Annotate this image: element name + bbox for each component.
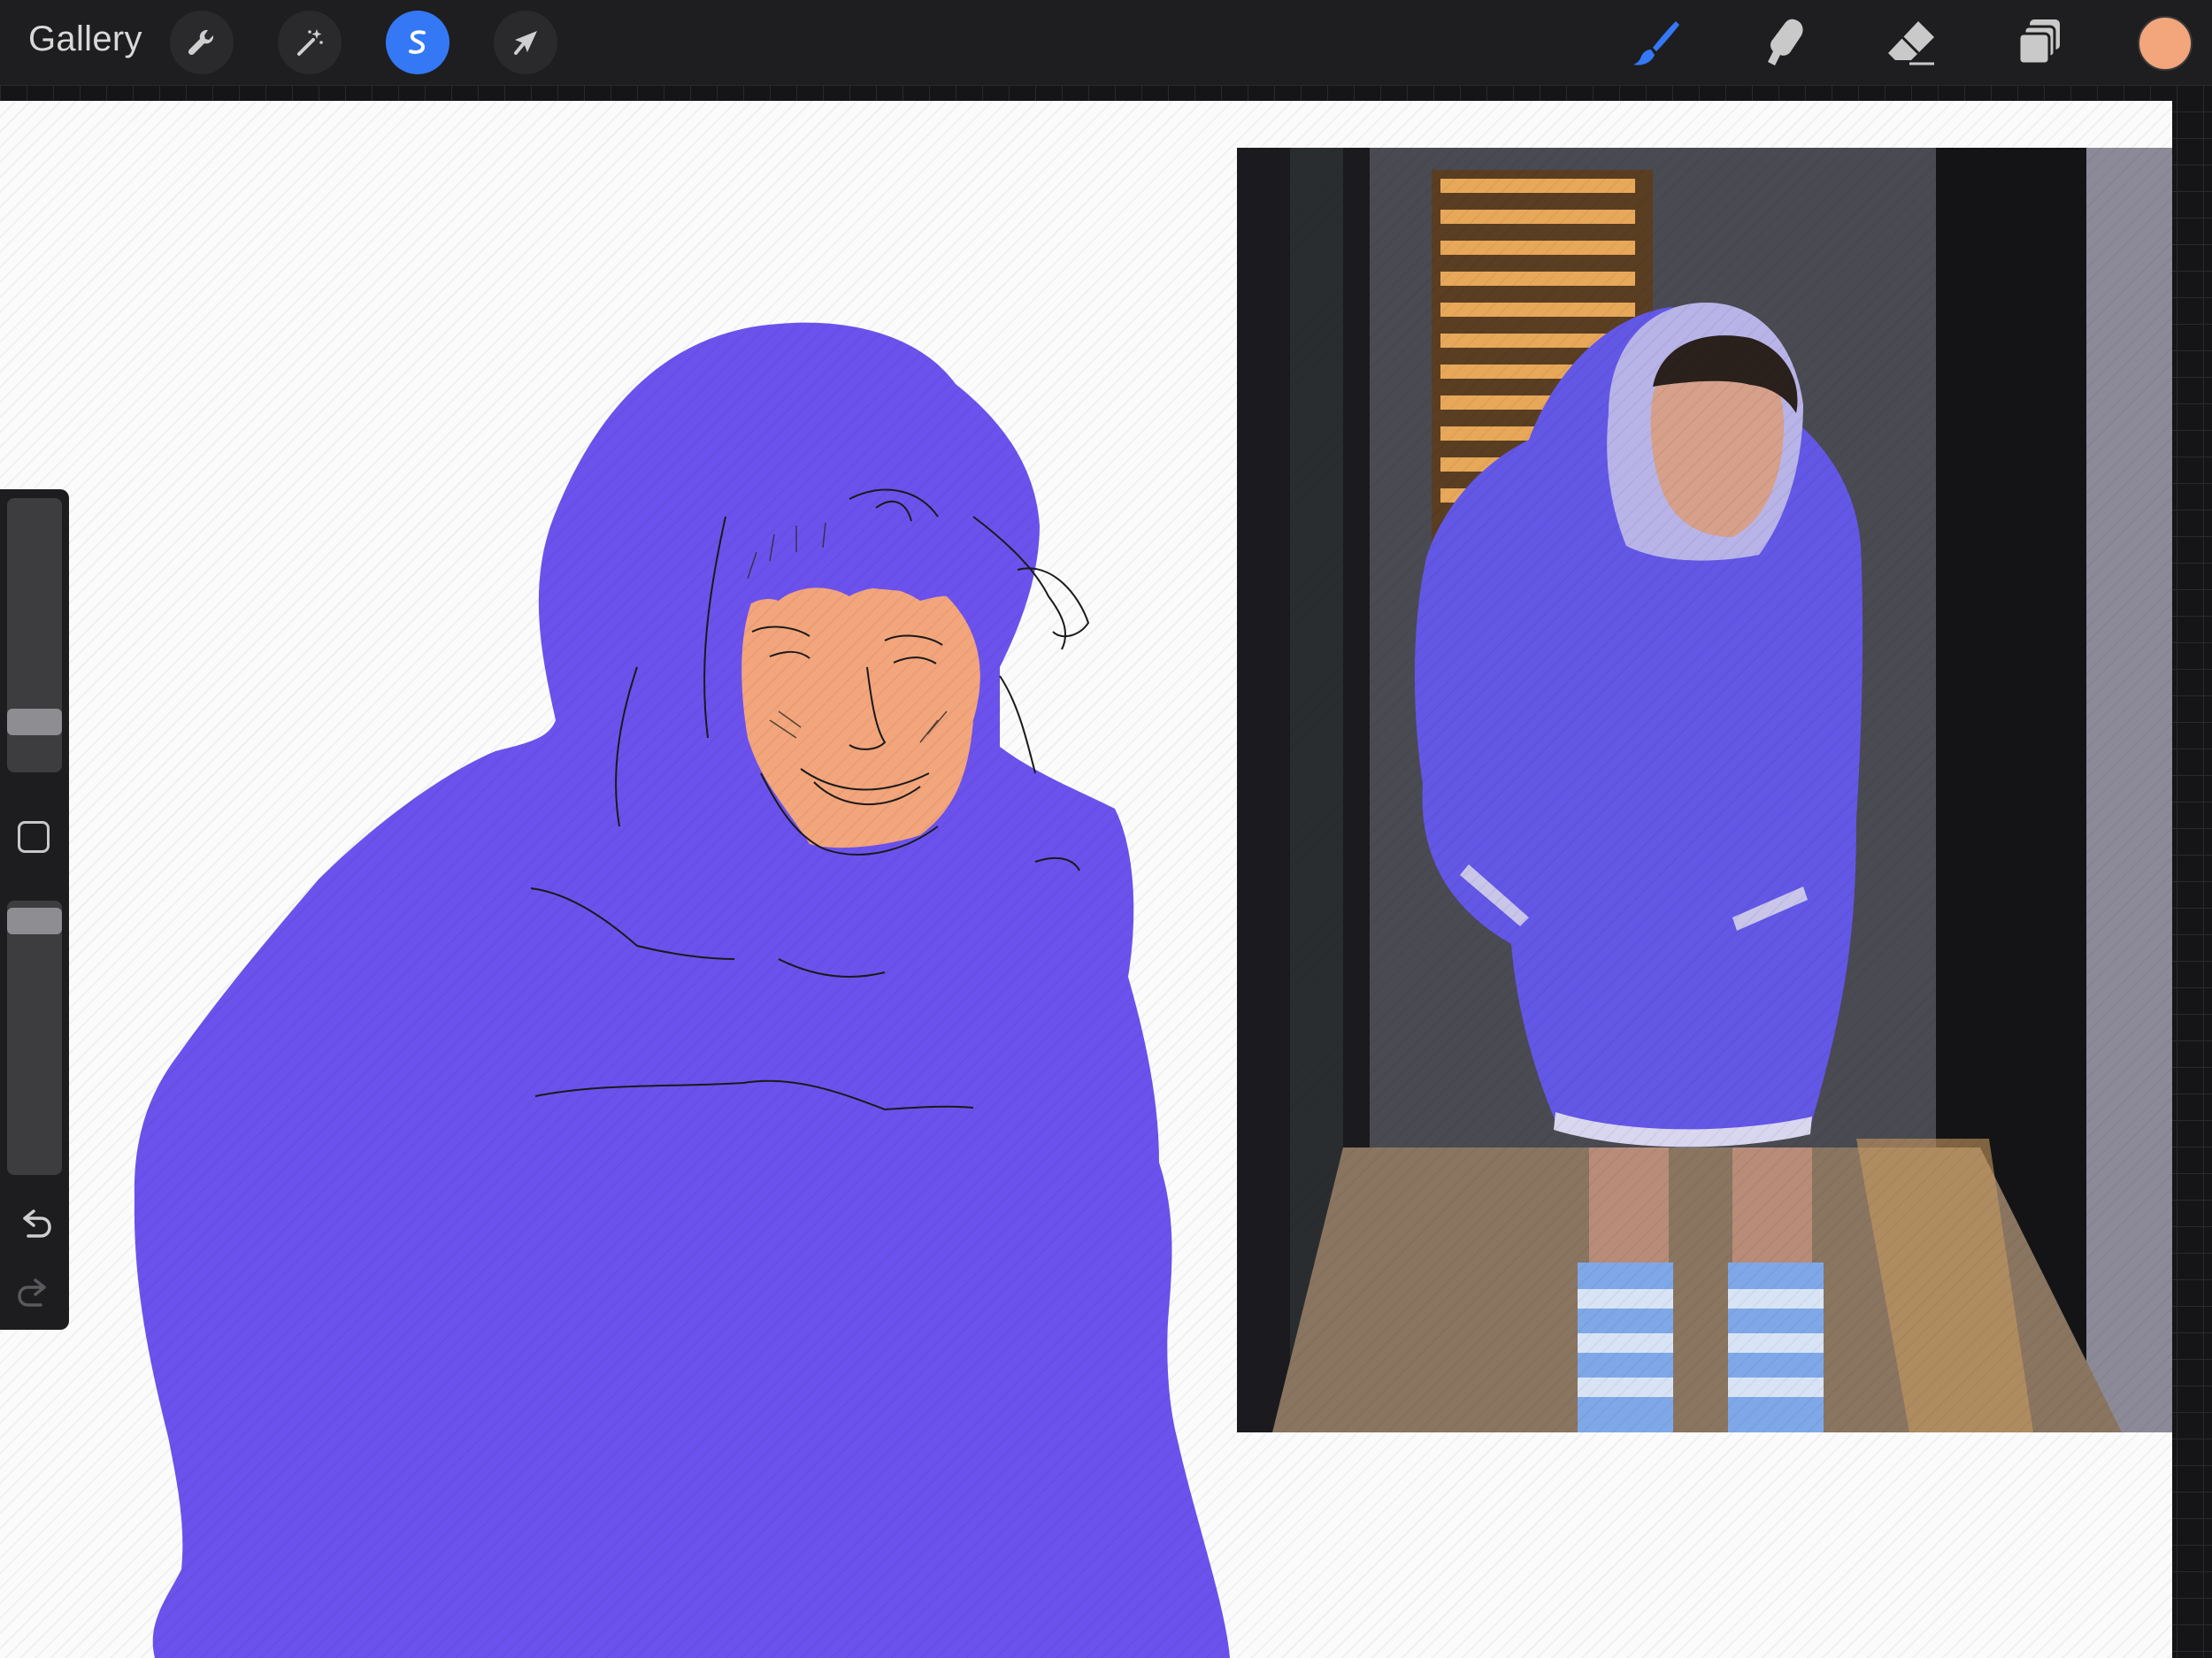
eraser-icon: [1888, 21, 1934, 65]
actions-button[interactable]: [170, 11, 234, 74]
opacity-slider[interactable]: [7, 901, 62, 1175]
gallery-button[interactable]: Gallery: [28, 19, 142, 59]
selection-s-icon: [409, 30, 426, 54]
undo-icon[interactable]: [12, 1202, 57, 1247]
brush-button[interactable]: [1623, 9, 1690, 76]
hoodie-fill: [134, 322, 1230, 1658]
left-sidebar: [0, 489, 69, 1330]
wrench-icon: [188, 29, 214, 56]
brush-size-knob[interactable]: [7, 709, 62, 735]
layers-icon: [2017, 19, 2060, 65]
redo-icon[interactable]: [12, 1271, 57, 1316]
eraser-button[interactable]: [1878, 9, 1945, 76]
top-toolbar: Gallery: [0, 0, 2212, 85]
layers-button[interactable]: [2005, 9, 2072, 76]
arrow-cursor-icon: [514, 31, 537, 55]
canvas-area[interactable]: [0, 85, 2212, 1658]
transform-button[interactable]: [494, 11, 557, 74]
drawing-canvas[interactable]: [0, 101, 2172, 1658]
adjustments-button[interactable]: [278, 11, 342, 74]
reference-photo-image: [1237, 148, 2172, 1432]
smudge-finger-icon: [1768, 19, 1803, 66]
smudge-button[interactable]: [1750, 9, 1817, 76]
magic-wand-icon: [297, 29, 323, 56]
color-swatch-button[interactable]: [2138, 16, 2193, 71]
brush-size-slider[interactable]: [7, 498, 62, 772]
selection-button[interactable]: [386, 11, 449, 74]
brush-icon: [1633, 21, 1679, 65]
square-modify-icon[interactable]: [18, 821, 50, 853]
reference-photo[interactable]: [1237, 148, 2172, 1432]
opacity-knob[interactable]: [7, 908, 62, 934]
